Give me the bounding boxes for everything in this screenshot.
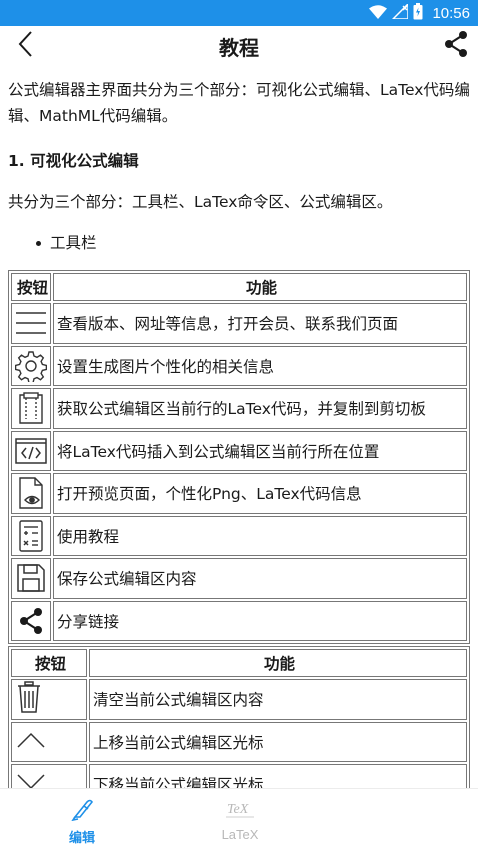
section-description: 共分为三个部分：工具栏、LaTex命令区、公式编辑区。 xyxy=(8,193,393,211)
page-title: 教程 xyxy=(219,36,259,60)
toolbar-buttons-table: 按钮 功能 查看版本、网址等信息，打开会员、联系我们页面 设置生成图片个性化的相… xyxy=(8,270,470,644)
function-cell: 使用教程 xyxy=(53,515,467,556)
trash-icon xyxy=(16,680,42,714)
function-cell: 将LaTex代码插入到公式编辑区当前行所在位置 xyxy=(53,430,467,471)
table-row: 保存公式编辑区内容 xyxy=(11,558,467,599)
icon-cell xyxy=(11,430,51,471)
function-cell: 分享链接 xyxy=(53,600,467,641)
wifi-icon xyxy=(369,4,388,23)
bullet-item: 工具栏 xyxy=(8,230,470,256)
icon-cell xyxy=(11,388,51,429)
icon-cell xyxy=(11,600,51,641)
bottom-nav: 编辑 TeX LaTeX xyxy=(0,788,478,850)
icon-cell xyxy=(11,764,87,788)
status-time: 10:56 xyxy=(432,4,470,22)
pen-icon xyxy=(69,797,95,825)
column-header-button: 按钮 xyxy=(11,649,87,677)
nav-item-latex[interactable]: TeX LaTeX xyxy=(205,797,275,842)
icon-cell xyxy=(11,345,51,386)
function-cell: 打开预览页面，个性化Png、LaTex代码信息 xyxy=(53,473,467,514)
status-icons: 10:56 xyxy=(369,1,470,24)
clipboard-icon xyxy=(12,391,50,425)
save-icon xyxy=(12,562,50,594)
function-cell: 设置生成图片个性化的相关信息 xyxy=(53,345,467,386)
chevron-up-icon xyxy=(16,730,46,750)
table-row: 上移当前公式编辑区光标 xyxy=(11,721,467,762)
chevron-down-icon xyxy=(16,772,46,788)
function-cell: 保存公式编辑区内容 xyxy=(53,558,467,599)
nav-label-latex: LaTeX xyxy=(221,827,259,842)
icon-cell xyxy=(11,721,87,762)
icon-cell xyxy=(11,679,87,720)
column-header-button: 按钮 xyxy=(11,273,51,301)
bullet-dot xyxy=(36,241,41,246)
preview-icon xyxy=(12,476,50,510)
tex-icon-text: TeX xyxy=(227,802,249,817)
table-row: 分享链接 xyxy=(11,600,467,641)
battery-icon xyxy=(413,2,423,24)
app-bar: 教程 xyxy=(0,26,478,66)
nav-item-edit[interactable]: 编辑 xyxy=(47,797,117,846)
column-header-function: 功能 xyxy=(53,273,467,301)
editor-buttons-table: 按钮 功能 清空当前公式编辑区内容 上移当前公式编辑区光标 下移当前公式编辑区光… xyxy=(8,646,470,788)
bullet-label: 工具栏 xyxy=(50,234,97,252)
table-row: 查看版本、网址等信息，打开会员、联系我们页面 xyxy=(11,303,467,344)
menu-icon xyxy=(12,307,50,339)
icon-cell xyxy=(11,515,51,556)
table-row: 将LaTex代码插入到公式编辑区当前行所在位置 xyxy=(11,430,467,471)
function-cell: 获取公式编辑区当前行的LaTex代码，并复制到剪切板 xyxy=(53,388,467,429)
table-row: 获取公式编辑区当前行的LaTex代码，并复制到剪切板 xyxy=(11,388,467,429)
table-header-row: 按钮 功能 xyxy=(11,649,467,677)
icon-cell xyxy=(11,303,51,344)
column-header-function: 功能 xyxy=(89,649,467,677)
gear-icon xyxy=(12,350,50,382)
section-heading: 1. 可视化公式编辑 xyxy=(8,152,139,170)
tex-icon: TeX xyxy=(223,797,257,825)
icon-cell xyxy=(11,473,51,514)
table-row: 清空当前公式编辑区内容 xyxy=(11,679,467,720)
signal-icon xyxy=(391,1,410,23)
table-row: 使用教程 xyxy=(11,515,467,556)
function-cell: 上移当前公式编辑区光标 xyxy=(89,721,467,762)
table-row: 打开预览页面，个性化Png、LaTex代码信息 xyxy=(11,473,467,514)
intro-text: 公式编辑器主界面共分为三个部分：可视化公式编辑、LaTex代码编辑、MathML… xyxy=(8,81,470,125)
tutorial-icon xyxy=(12,519,50,553)
table-row: 下移当前公式编辑区光标 xyxy=(11,764,467,788)
table-row: 设置生成图片个性化的相关信息 xyxy=(11,345,467,386)
share-button[interactable] xyxy=(440,30,472,62)
share-icon xyxy=(12,606,50,636)
nav-label-edit: 编辑 xyxy=(68,831,95,846)
share-icon xyxy=(443,30,469,62)
icon-cell xyxy=(11,558,51,599)
table-header-row: 按钮 功能 xyxy=(11,273,467,301)
function-cell: 清空当前公式编辑区内容 xyxy=(89,679,467,720)
function-cell: 查看版本、网址等信息，打开会员、联系我们页面 xyxy=(53,303,467,344)
code-icon xyxy=(12,436,50,466)
status-bar: 10:56 xyxy=(0,0,478,26)
function-cell: 下移当前公式编辑区光标 xyxy=(89,764,467,788)
tutorial-content[interactable]: 公式编辑器主界面共分为三个部分：可视化公式编辑、LaTex代码编辑、MathML… xyxy=(0,66,478,788)
